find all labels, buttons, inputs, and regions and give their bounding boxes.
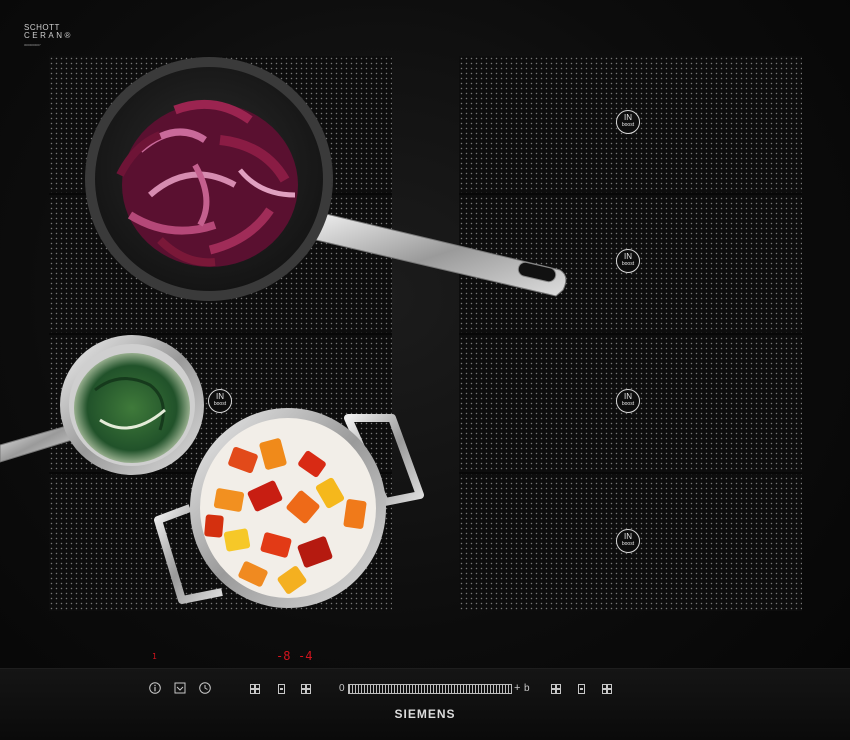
zone-select-icon[interactable] bbox=[278, 684, 285, 694]
display-left: 1 bbox=[152, 652, 157, 661]
timer-icon[interactable] bbox=[199, 682, 211, 694]
slider-min-label: 0 bbox=[339, 683, 345, 694]
slider-boost-label: b bbox=[524, 683, 530, 694]
saucepan bbox=[0, 335, 204, 475]
cooking-pot bbox=[154, 408, 424, 608]
power-slider[interactable] bbox=[348, 684, 512, 694]
display-right: -4 bbox=[298, 649, 313, 663]
info-icon[interactable] bbox=[149, 682, 161, 694]
zone-select-icon[interactable] bbox=[602, 684, 612, 694]
slider-plus-label: + bbox=[514, 682, 521, 694]
frying-pan bbox=[85, 57, 567, 301]
zone-select-icon[interactable] bbox=[551, 684, 561, 694]
control-panel bbox=[0, 668, 850, 740]
creamed-spinach bbox=[74, 353, 190, 463]
cookware-illustration bbox=[0, 57, 567, 608]
zone-select-icon[interactable] bbox=[578, 684, 585, 694]
zone-select-icon[interactable] bbox=[250, 684, 260, 694]
siemens-logo: SIEMENS bbox=[394, 707, 456, 721]
favourites-icon[interactable] bbox=[174, 682, 186, 694]
cooktop: SCHOTT CERAN® 0000000007 IN boost IN boo… bbox=[0, 0, 850, 740]
zone-select-icon[interactable] bbox=[301, 684, 311, 694]
display-center: -8 bbox=[276, 649, 291, 663]
